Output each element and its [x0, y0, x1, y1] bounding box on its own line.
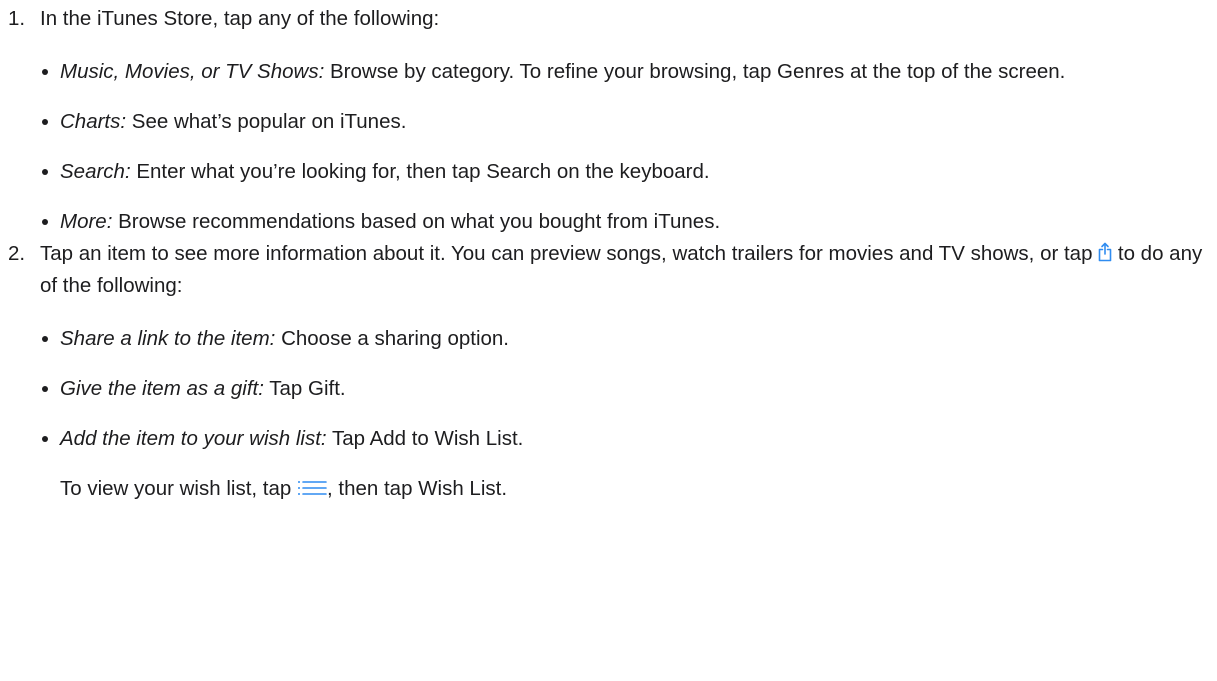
note-text-before: To view your wish list, tap [60, 477, 297, 500]
option-term: Give the item as a gift: [60, 377, 264, 400]
option-term: Add the item to your wish list: [60, 427, 327, 450]
option-text: See what’s popular on iTunes. [126, 110, 407, 133]
instructions-document: 1. In the iTunes Store, tap any of the f… [0, 0, 1217, 505]
option-term: More: [60, 210, 113, 233]
list-icon [297, 479, 327, 497]
share-icon [1098, 242, 1112, 262]
step-1: 1. In the iTunes Store, tap any of the f… [8, 3, 1217, 238]
list-item: Music, Movies, or TV Shows: Browse by ca… [40, 56, 1217, 88]
option-term: Search: [60, 160, 131, 183]
option-term: Charts: [60, 110, 127, 133]
step-2-text: Tap an item to see more information abou… [40, 238, 1217, 302]
option-text: Choose a sharing option. [275, 327, 510, 350]
list-item: Charts: See what’s popular on iTunes. [40, 106, 1217, 138]
option-text: Tap Gift. [263, 377, 346, 400]
step-1-number: 1. [8, 7, 26, 30]
option-term: Music, Movies, or TV Shows: [60, 60, 325, 83]
list-item: Give the item as a gift: Tap Gift. [40, 373, 1217, 405]
step-2-options: Share a link to the item: Choose a shari… [40, 323, 1217, 455]
option-text: Browse by category. To refine your brows… [324, 60, 1066, 83]
step-2-text-before: Tap an item to see more information abou… [40, 242, 1099, 265]
note-text-after: , then tap Wish List. [326, 477, 508, 500]
list-item: Add the item to your wish list: Tap Add … [40, 423, 1217, 455]
step-1-text: In the iTunes Store, tap any of the foll… [40, 7, 440, 30]
step-1-options: Music, Movies, or TV Shows: Browse by ca… [40, 56, 1217, 238]
steps-list: 1. In the iTunes Store, tap any of the f… [8, 3, 1217, 505]
step-2-number: 2. [8, 242, 26, 265]
step-2: 2. Tap an item to see more information a… [8, 238, 1217, 505]
list-item: Share a link to the item: Choose a shari… [40, 323, 1217, 355]
option-term: Share a link to the item: [60, 327, 276, 350]
wish-list-note: To view your wish list, tap , then tap W… [40, 473, 1217, 505]
list-item: Search: Enter what you’re looking for, t… [40, 156, 1217, 188]
option-text: Browse recommendations based on what you… [112, 210, 721, 233]
option-text: Tap Add to Wish List. [326, 427, 524, 450]
option-text: Enter what you’re looking for, then tap … [130, 160, 710, 183]
list-item: More: Browse recommendations based on wh… [40, 206, 1217, 238]
